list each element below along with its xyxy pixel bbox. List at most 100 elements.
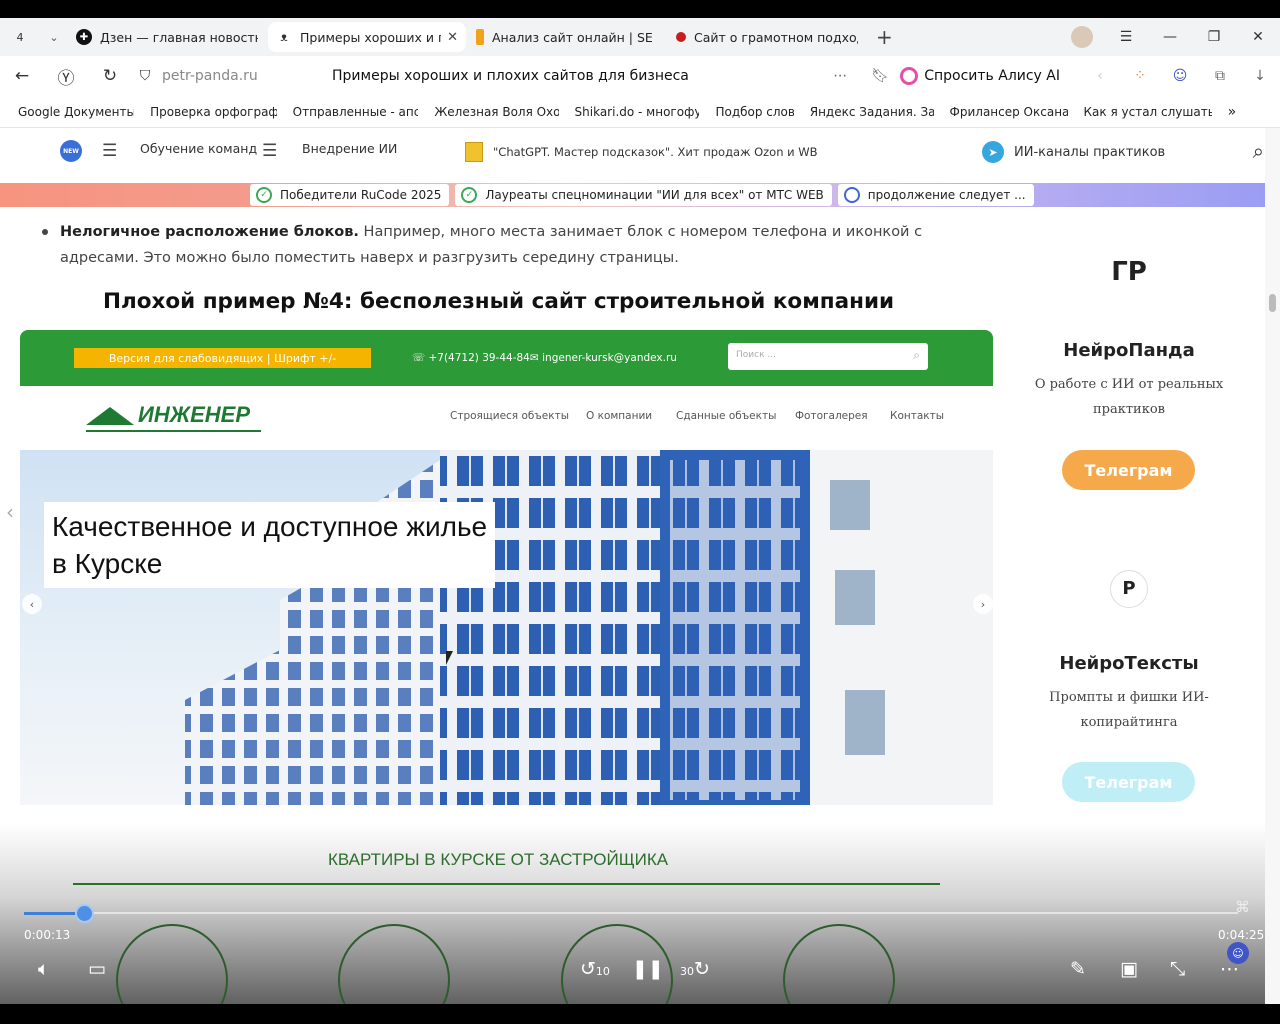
hamburger-icon[interactable]: ☰ xyxy=(262,141,277,161)
scroll-thumb[interactable] xyxy=(1269,294,1276,312)
bullet-item: Нелогичное расположение блоков. Например… xyxy=(42,219,962,271)
bookmark-item[interactable]: Проверка орфограф xyxy=(150,105,277,119)
yandex-icon[interactable]: Ⓨ xyxy=(44,64,88,89)
subtitles-icon[interactable]: ▭ xyxy=(88,958,106,980)
volume-icon[interactable]: 🔈︎ xyxy=(38,958,49,980)
current-time: 0:00:13 xyxy=(24,928,71,942)
pencil-icon[interactable]: ✎ xyxy=(1070,958,1086,980)
top-black-bar xyxy=(0,0,1280,18)
bookmark-item[interactable]: Как я устал слушать xyxy=(1084,105,1212,119)
exit-fullscreen-icon[interactable]: ⤡ xyxy=(1170,958,1185,980)
alice-button[interactable]: Спросить Алису AI xyxy=(900,67,1060,85)
seo-icon xyxy=(476,29,484,45)
assistant-face-icon[interactable]: ☺ xyxy=(1227,942,1249,964)
menu-icon[interactable]: ☰ xyxy=(1104,29,1148,45)
panda-icon: ᴥ xyxy=(280,30,288,44)
miniplayer-icon[interactable]: ▣ xyxy=(1120,958,1138,980)
neuropanda-logo-icon: ГР xyxy=(1111,257,1147,287)
bookmark-item[interactable]: Google Документы xyxy=(18,105,134,119)
ribbon-item[interactable]: продолжение следует ... xyxy=(837,184,1034,206)
email-text: ✉ ingener-kursk@yandex.ru xyxy=(530,352,677,364)
book-icon xyxy=(465,142,483,162)
new-badge: NEW xyxy=(60,140,82,162)
window-controls: ☰ — ❐ ✕ xyxy=(1060,18,1280,56)
minimize-icon[interactable]: — xyxy=(1148,29,1192,45)
url-host[interactable]: petr-panda.ru xyxy=(162,68,332,84)
grid-icon[interactable]: ⌘ xyxy=(1235,898,1250,916)
bookmark-item[interactable]: Яндекс Задания. За xyxy=(810,105,934,119)
menu-training[interactable]: Обучение команд xyxy=(140,141,257,156)
slider-prev-icon: ‹ xyxy=(22,594,42,614)
puzzle-extension-icon[interactable]: ⧉ xyxy=(1200,68,1240,84)
bookmarks-more-icon[interactable]: » xyxy=(1228,104,1236,120)
sidebar-arrow-icon[interactable]: ‹ xyxy=(1080,68,1120,84)
tab-count[interactable]: 4 xyxy=(0,31,40,44)
search-icon: ⌕ xyxy=(913,348,920,362)
ribbon-item[interactable]: ✓ Лауреаты спецноминации "ИИ для всех" о… xyxy=(455,184,832,206)
promo-text: "ChatGPT. Мастер подсказок". Хит продаж … xyxy=(493,145,818,159)
tab-title: Сайт о грамотном подход xyxy=(694,29,858,45)
bookmark-item[interactable]: Железная Воля Охо xyxy=(434,105,558,119)
nav-item: Фотогалерея xyxy=(795,410,868,422)
bookmark-icon[interactable]: 🔖︎ xyxy=(860,68,900,84)
menu-ai[interactable]: Внедрение ИИ xyxy=(302,141,397,156)
new-tab-plus-icon[interactable]: + xyxy=(876,25,893,49)
ribbon-item[interactable]: ✓ Победители RuCode 2025 xyxy=(250,184,450,206)
skip-back-button[interactable]: ↺10 xyxy=(580,958,610,980)
tab-analysis[interactable]: Анализ сайт онлайн | SE xyxy=(468,22,666,52)
bookmark-item[interactable]: Фрилансер Оксана xyxy=(950,105,1068,119)
dots-extension-icon[interactable]: ⁘ xyxy=(1120,68,1160,84)
profile-avatar[interactable] xyxy=(1060,26,1104,48)
reload-icon[interactable]: ↻ xyxy=(88,66,132,86)
bullet-dot xyxy=(42,229,48,235)
bookmark-item[interactable]: Подбор слов xyxy=(715,105,793,119)
pause-icon[interactable]: ❚❚ xyxy=(632,958,664,980)
page-left-arrow-icon[interactable]: ‹ xyxy=(6,500,14,524)
face-extension-icon[interactable]: ☺ xyxy=(1160,68,1200,84)
page-scrollbar[interactable] xyxy=(1265,128,1280,1004)
tab-examples[interactable]: ᴥ Примеры хороших и п ✕ xyxy=(268,22,466,52)
back-arrow-icon[interactable]: ← xyxy=(0,66,44,86)
card-title: НейроПанда xyxy=(1063,340,1195,361)
hero-title: Качественное и доступное жилье в Курске xyxy=(44,502,496,588)
restore-icon[interactable]: ❐ xyxy=(1192,29,1236,45)
tab-site[interactable]: Сайт о грамотном подход xyxy=(668,22,866,52)
telegram-icon: ➤ xyxy=(982,141,1004,163)
screen: 4 ⌄ ✚ Дзен — главная новостна ᴥ Примеры … xyxy=(0,0,1280,1024)
close-window-icon[interactable]: ✕ xyxy=(1236,29,1280,45)
site-header: NEW ☰ Обучение команд ☰ Внедрение ИИ "Ch… xyxy=(0,128,1280,183)
hamburger-icon[interactable]: ☰ xyxy=(102,141,117,161)
telegram-button[interactable]: Телеграм xyxy=(1062,762,1195,802)
promo-link[interactable]: "ChatGPT. Мастер подсказок". Хит продаж … xyxy=(465,142,818,162)
neurotexts-logo-icon: Р xyxy=(1110,570,1148,608)
progress-knob[interactable] xyxy=(75,904,94,923)
skip-forward-button[interactable]: 30↻ xyxy=(680,958,710,980)
article: Нелогичное расположение блоков. Например… xyxy=(0,207,1020,824)
slider-next-icon: › xyxy=(973,594,993,614)
page-title-in-address[interactable]: Примеры хороших и плохих сайтов для бизн… xyxy=(332,68,802,84)
address-bar: ← Ⓨ ↻ ⛉ petr-panda.ru Примеры хороших и … xyxy=(0,56,1280,96)
telegram-button[interactable]: Телеграм xyxy=(1062,450,1195,490)
search-icon[interactable]: ⌕ xyxy=(1253,139,1264,163)
accessibility-button: Версия для слабовидящих | Шрифт +/- xyxy=(74,348,371,368)
nav-item: Сданные объекты xyxy=(676,410,777,422)
progress-track[interactable] xyxy=(24,912,1238,914)
tab-title: Примеры хороших и п xyxy=(300,29,442,45)
card-desc: Промпты и фишки ИИ-копирайтинга xyxy=(1049,690,1209,730)
bookmark-item[interactable]: Shikari.do - многофу xyxy=(575,105,700,119)
total-time: 0:04:25 xyxy=(1218,928,1265,942)
close-tab-icon[interactable]: ✕ xyxy=(447,30,458,45)
channels-link[interactable]: ➤ ИИ-каналы практиков xyxy=(982,141,1165,163)
shield-icon[interactable]: ⛉ xyxy=(132,68,158,84)
tab-list-chevron-icon[interactable]: ⌄ xyxy=(40,31,68,44)
embedded-nav: ИНЖЕНЕР Строящиеся объекты О компании Сд… xyxy=(20,386,993,450)
embedded-section-title: КВАРТИРЫ В КУРСКЕ ОТ ЗАСТРОЙЩИКА xyxy=(328,850,669,869)
ribbon-label: продолжение следует ... xyxy=(867,188,1026,202)
site-icon xyxy=(676,32,686,42)
tab-title: Дзен — главная новостна xyxy=(100,29,258,45)
bookmark-item[interactable]: Отправленные - апс xyxy=(293,105,419,119)
more-dots-icon[interactable]: ⋯ xyxy=(820,68,860,84)
sidebar: ГР НейроПанда О работе с ИИ от реальных … xyxy=(1020,207,1265,824)
download-icon[interactable]: ↓ xyxy=(1240,68,1280,84)
tab-dzen[interactable]: ✚ Дзен — главная новостна xyxy=(68,22,266,52)
